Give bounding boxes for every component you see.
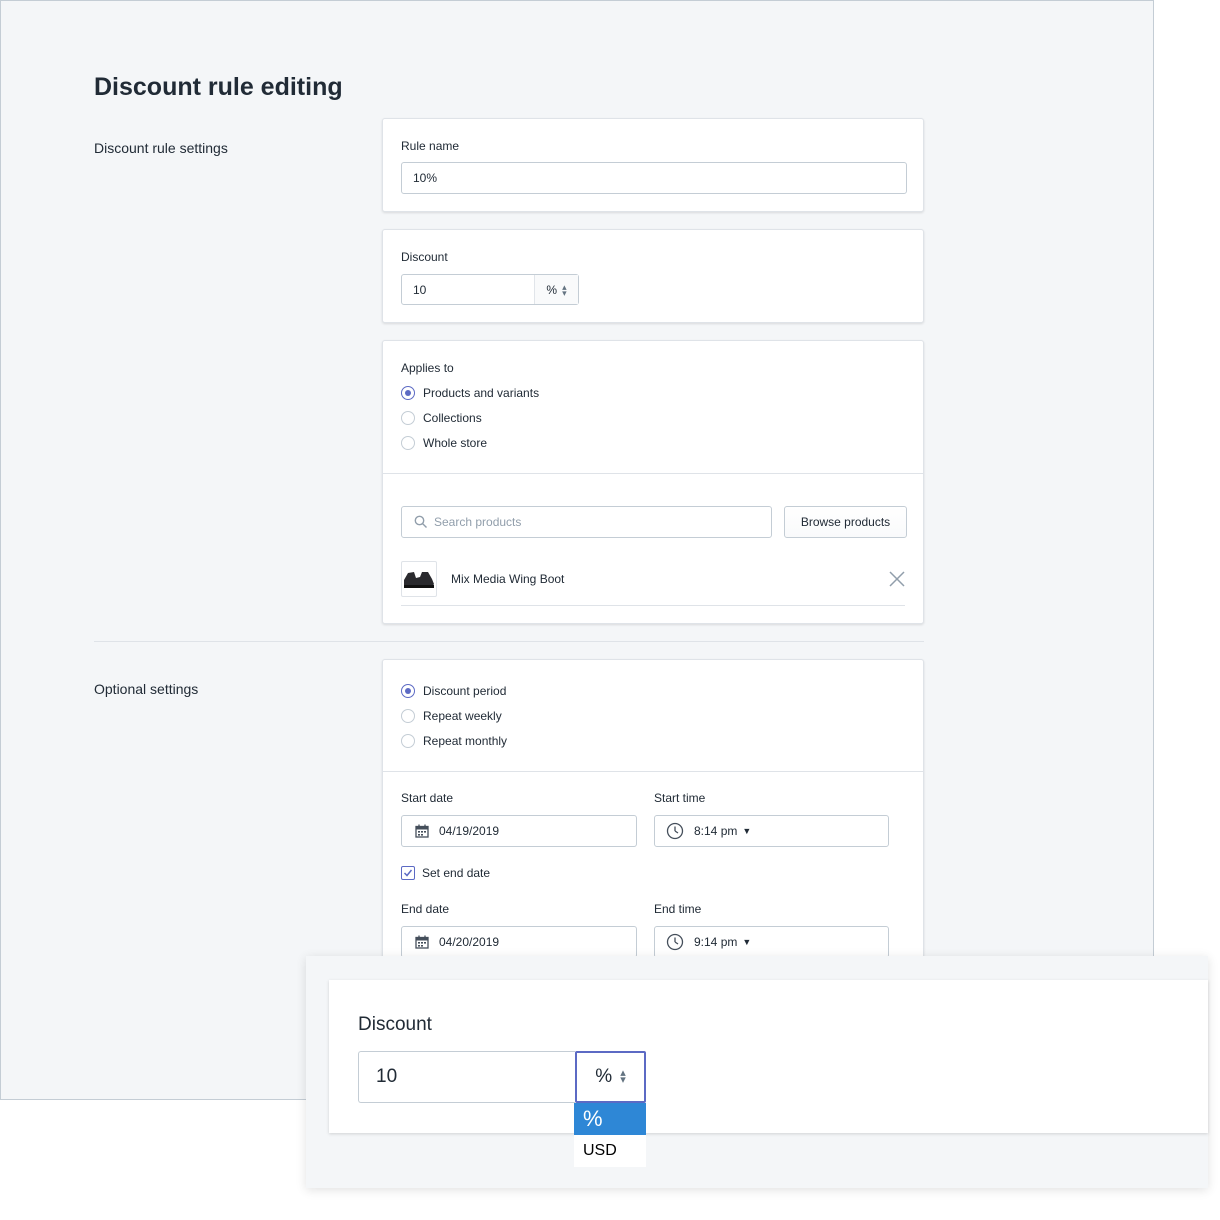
product-thumbnail	[401, 561, 437, 597]
updown-arrows-icon: ▴ ▾	[620, 1067, 626, 1086]
search-placeholder: Search products	[434, 515, 522, 529]
section-label-optional: Optional settings	[94, 681, 199, 697]
discount-input[interactable]: 10 % ▴ ▾	[401, 274, 579, 305]
page-title: Discount rule editing	[94, 73, 343, 101]
start-time-value: 8:14 pm	[694, 824, 738, 838]
divider	[383, 771, 923, 772]
set-end-date-checkbox-row[interactable]: Set end date	[401, 866, 490, 880]
zoom-unit-value: %	[595, 1066, 613, 1087]
end-date-value: 04/20/2019	[439, 935, 500, 949]
checkmark-icon	[403, 869, 413, 877]
dropdown-option-usd[interactable]: USD	[574, 1135, 646, 1167]
calendar-icon	[415, 824, 429, 838]
radio-label: Whole store	[423, 436, 488, 450]
search-icon	[414, 515, 428, 529]
boot-image-icon	[404, 572, 434, 588]
section-label-rule-settings: Discount rule settings	[94, 140, 228, 156]
divider	[383, 473, 923, 474]
end-time-select[interactable]: 9:14 pm ▼	[654, 926, 889, 958]
browse-products-button[interactable]: Browse products	[784, 506, 907, 538]
radio-button[interactable]	[401, 709, 415, 723]
remove-product-close-icon[interactable]	[889, 571, 905, 592]
end-date-input[interactable]: 04/20/2019	[401, 926, 637, 958]
radio-whole-store[interactable]: Whole store	[401, 436, 487, 450]
discount-unit-select[interactable]: % ▴ ▾	[534, 275, 578, 304]
discount-card: Discount 10 % ▴ ▾	[382, 229, 924, 323]
radio-repeat-weekly[interactable]: Repeat weekly	[401, 709, 502, 723]
section-divider	[94, 641, 924, 642]
discount-value: 10	[413, 282, 427, 297]
dropdown-option-percent[interactable]: %	[574, 1103, 646, 1135]
radio-label: Collections	[423, 411, 482, 425]
start-time-label: Start time	[654, 791, 706, 805]
rule-name-card: Rule name 10%	[382, 118, 924, 212]
discount-unit-value: %	[546, 282, 558, 297]
radio-button-checked[interactable]	[401, 684, 415, 698]
start-time-select[interactable]: 8:14 pm ▼	[654, 815, 889, 847]
rule-name-label: Rule name	[401, 139, 460, 153]
end-time-value: 9:14 pm	[694, 935, 738, 949]
divider	[401, 605, 905, 606]
end-date-label: End date	[401, 902, 450, 916]
chevron-down-icon: ▼	[742, 937, 752, 947]
search-products-input[interactable]: Search products	[401, 506, 772, 538]
zoom-discount-input[interactable]: 10	[358, 1051, 575, 1103]
main-frame: Discount rule editing Discount rule sett…	[0, 0, 1154, 1100]
zoom-panel: Discount 10 % ▴ ▾ % USD	[306, 956, 1208, 1188]
calendar-icon	[415, 935, 429, 949]
radio-button-checked[interactable]	[401, 386, 415, 400]
set-end-date-checkbox[interactable]	[401, 866, 415, 880]
product-name: Mix Media Wing Boot	[451, 572, 565, 586]
start-date-input[interactable]: 04/19/2019	[401, 815, 637, 847]
radio-products-and-variants[interactable]: Products and variants	[401, 386, 539, 400]
applies-to-card: Applies to Products and variants Collect…	[382, 340, 924, 624]
discount-label: Discount	[401, 250, 448, 264]
radio-button[interactable]	[401, 411, 415, 425]
zoom-unit-select[interactable]: % ▴ ▾	[575, 1051, 646, 1103]
zoom-discount-card: Discount 10 % ▴ ▾	[329, 980, 1208, 1133]
clock-icon	[666, 933, 684, 951]
optional-settings-card: Discount period Repeat weekly Repeat mon…	[382, 659, 924, 959]
start-date-label: Start date	[401, 791, 454, 805]
rule-name-value: 10%	[413, 171, 438, 185]
clock-icon	[666, 822, 684, 840]
chevron-down-icon: ▼	[742, 826, 752, 836]
radio-button[interactable]	[401, 734, 415, 748]
zoom-discount-label: Discount	[358, 1014, 432, 1035]
applies-to-label: Applies to	[401, 361, 454, 375]
zoom-unit-dropdown: % USD	[574, 1103, 646, 1167]
start-date-value: 04/19/2019	[439, 824, 500, 838]
radio-label: Repeat monthly	[423, 734, 508, 748]
radio-collections[interactable]: Collections	[401, 411, 482, 425]
radio-button[interactable]	[401, 436, 415, 450]
radio-repeat-monthly[interactable]: Repeat monthly	[401, 734, 507, 748]
updown-arrows-icon: ▴ ▾	[562, 281, 567, 298]
rule-name-input[interactable]: 10%	[401, 162, 907, 194]
set-end-date-label: Set end date	[422, 866, 491, 880]
end-time-label: End time	[654, 902, 702, 916]
radio-discount-period[interactable]: Discount period	[401, 684, 506, 698]
radio-label: Repeat weekly	[423, 709, 502, 723]
radio-label: Products and variants	[423, 386, 540, 400]
radio-label: Discount period	[423, 684, 507, 698]
